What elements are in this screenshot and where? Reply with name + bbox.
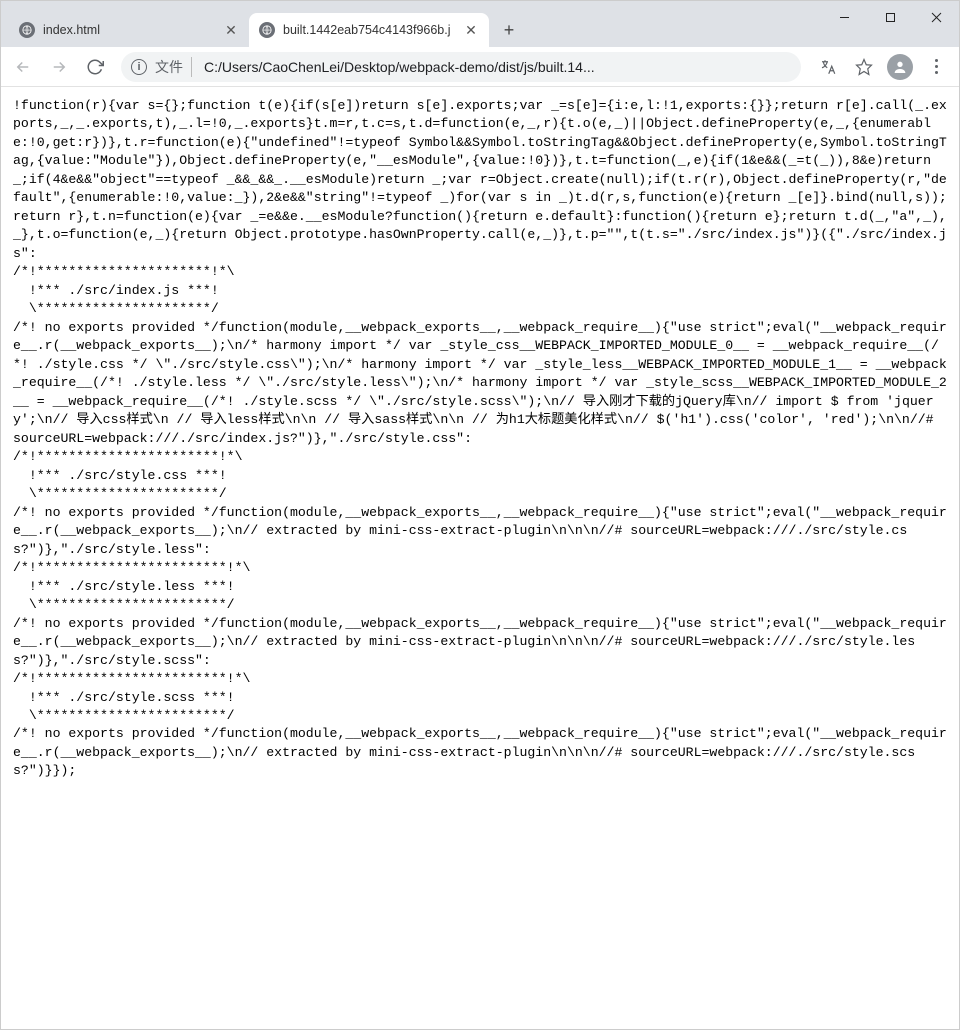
menu-button[interactable] — [919, 50, 953, 84]
browser-titlebar: index.html ✕ built.1442eab754c4143f966b.… — [1, 1, 959, 47]
tab-strip: index.html ✕ built.1442eab754c4143f966b.… — [1, 1, 523, 47]
site-info-icon[interactable]: i — [131, 59, 147, 75]
globe-icon — [19, 22, 35, 38]
tab-index-html[interactable]: index.html ✕ — [9, 13, 249, 47]
window-controls — [821, 1, 959, 33]
back-button[interactable] — [7, 51, 39, 83]
address-prefix: 文件 — [155, 57, 192, 77]
close-icon[interactable]: ✕ — [463, 22, 479, 38]
page-content: !function(r){var s={};function t(e){if(s… — [1, 87, 959, 1031]
bookmark-star-icon[interactable] — [847, 50, 881, 84]
profile-avatar[interactable] — [883, 50, 917, 84]
address-url: C:/Users/CaoChenLei/Desktop/webpack-demo… — [204, 59, 791, 75]
minimize-button[interactable] — [821, 1, 867, 33]
forward-button[interactable] — [43, 51, 75, 83]
translate-icon[interactable] — [811, 50, 845, 84]
tab-built-js[interactable]: built.1442eab754c4143f966b.j ✕ — [249, 13, 489, 47]
close-window-button[interactable] — [913, 1, 959, 33]
address-bar[interactable]: i 文件 C:/Users/CaoChenLei/Desktop/webpack… — [121, 52, 801, 82]
tab-label: index.html — [43, 23, 217, 37]
close-icon[interactable]: ✕ — [223, 22, 239, 38]
maximize-button[interactable] — [867, 1, 913, 33]
globe-icon — [259, 22, 275, 38]
reload-button[interactable] — [79, 51, 111, 83]
new-tab-button[interactable]: + — [495, 16, 523, 44]
tab-label: built.1442eab754c4143f966b.j — [283, 23, 457, 37]
toolbar-right — [811, 50, 953, 84]
browser-toolbar: i 文件 C:/Users/CaoChenLei/Desktop/webpack… — [1, 47, 959, 87]
